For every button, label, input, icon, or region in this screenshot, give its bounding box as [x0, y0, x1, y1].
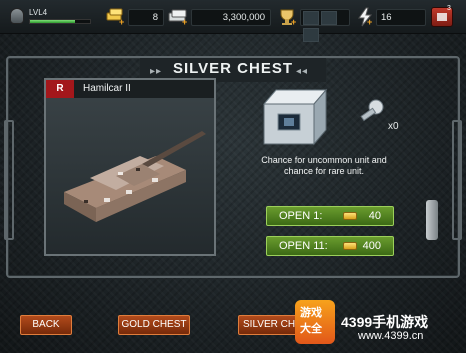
- open-1-cost: 40: [368, 210, 381, 222]
- open-11-label: OPEN 11:: [279, 240, 328, 252]
- buy-energy-plus-icon[interactable]: +: [367, 17, 372, 27]
- open-1-label: OPEN 1:: [279, 210, 323, 222]
- parts-slot: [303, 28, 319, 42]
- top-resource-bar: LVL4 + 8 + 3,300,000 + + 16 3: [0, 0, 466, 42]
- player-level: LVL4: [29, 8, 48, 17]
- frame-left-rail: [4, 120, 14, 240]
- xp-progress-bar: [29, 19, 91, 24]
- gold-cost-icon: [343, 212, 357, 220]
- parts-slot: [303, 11, 319, 25]
- unit-header: R Hamilcar II: [46, 80, 214, 98]
- buy-gold-plus-icon[interactable]: +: [119, 17, 124, 27]
- parts-slots: [300, 9, 350, 42]
- notification-count-badge: 3: [447, 5, 451, 12]
- gold-amount: 8: [128, 9, 164, 26]
- side-scroll-handle[interactable]: [426, 200, 438, 240]
- watermark-icon-bottom: 大全: [300, 323, 322, 335]
- tank-image: [64, 131, 206, 222]
- frame-right-rail: [452, 120, 462, 240]
- lightning-icon: [358, 7, 373, 27]
- key-count: x0: [388, 121, 399, 132]
- player-avatar-icon[interactable]: [10, 8, 24, 24]
- open-11-button[interactable]: OPEN 11: 400: [266, 236, 394, 256]
- buy-cash-plus-icon[interactable]: +: [182, 17, 187, 27]
- game-screen: LVL4 + 8 + 3,300,000 + + 16 3 SILVER CHE…: [0, 0, 466, 353]
- unit-name: Hamilcar II: [83, 83, 131, 94]
- title-decoration-right: ◂◂: [296, 66, 309, 77]
- xp-progress-fill: [30, 20, 75, 23]
- chest-drop-chance-text: Chance for uncommon unit and chance for …: [261, 155, 387, 176]
- cash-amount: 3,300,000: [191, 9, 271, 26]
- watermark-icon-top: 游戏: [300, 307, 322, 319]
- parts-slot: [321, 11, 337, 25]
- silver-chest-icon: [262, 88, 328, 146]
- open-11-cost: 400: [362, 240, 381, 252]
- watermark-brand: 4399手机游戏: [341, 314, 429, 330]
- chest-key-icon: [360, 99, 384, 122]
- gold-chest-tab[interactable]: GOLD CHEST: [118, 315, 190, 335]
- unit-preview-panel: R Hamilcar II: [44, 78, 216, 256]
- rarity-badge: R: [46, 80, 74, 98]
- gold-cost-icon: [343, 242, 357, 250]
- back-button[interactable]: BACK: [20, 315, 72, 335]
- watermark-url: www.4399.cn: [358, 330, 424, 342]
- energy-amount: 16: [376, 9, 426, 26]
- open-1-button[interactable]: OPEN 1: 40: [266, 206, 394, 226]
- title-decoration-left: ▸▸: [150, 66, 163, 77]
- buy-parts-plus-icon[interactable]: +: [291, 17, 296, 27]
